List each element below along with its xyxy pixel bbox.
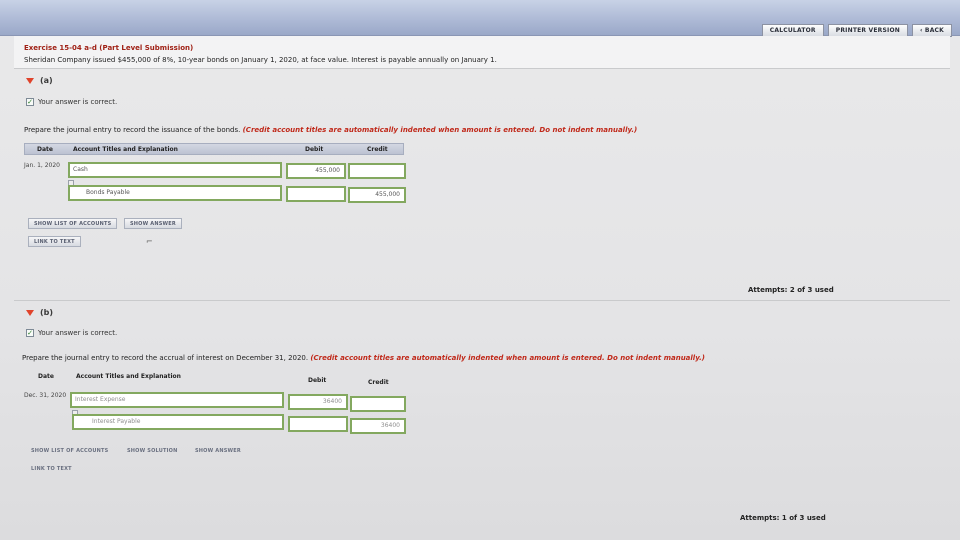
part-a-link-to-text-button[interactable]: LINK TO TEXT [28, 236, 81, 247]
part-a-row1-account[interactable]: Cash [68, 162, 282, 178]
part-a-table-header: Date Account Titles and Explanation Debi… [24, 143, 404, 155]
exercise-header: Exercise 15-04 a-d (Part Level Submissio… [14, 36, 950, 68]
account-header: Account Titles and Explanation [73, 146, 178, 153]
expand-triangle-icon [26, 77, 34, 84]
expand-triangle-icon [26, 309, 34, 316]
part-b-show-answer-button[interactable]: SHOW ANSWER [190, 446, 246, 457]
part-b-row2-credit[interactable]: 36400 [350, 418, 406, 434]
part-b-attempts: Attempts: 1 of 3 used [740, 514, 826, 522]
debit-header: Debit [305, 146, 324, 153]
part-a-status: ✓ Your answer is correct. [26, 98, 117, 106]
part-a-attempts: Attempts: 2 of 3 used [748, 286, 834, 294]
part-a-status-text: Your answer is correct. [38, 98, 118, 106]
part-a-toggle[interactable]: (a) [26, 76, 53, 85]
part-b-note: (Credit account titles are automatically… [310, 354, 705, 362]
part-a-row1-debit[interactable]: 455,000 [286, 163, 346, 179]
part-b-link-to-text-button[interactable]: LINK TO TEXT [26, 464, 77, 475]
part-b-row1-credit[interactable] [350, 396, 406, 412]
part-b-row1-account[interactable]: Interest Expense [70, 392, 284, 408]
part-b-row1-date: Dec. 31, 2020 [24, 392, 67, 399]
part-b-label: (b) [40, 308, 54, 317]
part-b-status-text: Your answer is correct. [38, 329, 118, 337]
date-header: Date [38, 373, 54, 380]
part-a-label: (a) [40, 76, 53, 85]
part-a-note: (Credit account titles are automatically… [242, 126, 638, 134]
debit-header: Debit [308, 377, 327, 384]
part-b-row2-account[interactable]: Interest Payable [72, 414, 284, 430]
checkmark-icon: ✓ [26, 97, 34, 106]
part-a-row1-date: Jan. 1, 2020 [24, 162, 60, 169]
top-toolbar: CALCULATOR PRINTER VERSION ‹ BACK [0, 0, 960, 37]
part-a-row1-credit[interactable] [348, 163, 406, 179]
credit-header: Credit [368, 379, 389, 386]
part-a-prompt-text: Prepare the journal entry to record the … [24, 126, 241, 134]
part-a-prompt: Prepare the journal entry to record the … [24, 126, 637, 134]
part-b-status: ✓ Your answer is correct. [26, 329, 117, 337]
part-a-show-list-button[interactable]: SHOW LIST OF ACCOUNTS [28, 218, 118, 229]
part-b-row2-debit[interactable] [288, 416, 348, 432]
part-b-show-solution-button[interactable]: SHOW SOLUTION [122, 446, 183, 457]
part-b-row1-debit[interactable]: 36400 [288, 394, 348, 410]
credit-header: Credit [367, 146, 388, 153]
section-divider [14, 300, 950, 301]
checkmark-icon: ✓ [26, 328, 34, 337]
part-a-show-answer-button[interactable]: SHOW ANSWER [124, 218, 182, 229]
part-a-row2-account[interactable]: Bonds Payable [68, 185, 282, 201]
account-header: Account Titles and Explanation [76, 373, 181, 380]
exercise-description: Sheridan Company issued $455,000 of 8%, … [24, 56, 497, 64]
part-b-show-list-button[interactable]: SHOW LIST OF ACCOUNTS [26, 446, 113, 457]
part-b-toggle[interactable]: (b) [26, 308, 53, 317]
part-a-row2-debit[interactable] [286, 186, 346, 202]
header-divider [14, 68, 950, 69]
date-header: Date [37, 146, 53, 153]
part-a-row2-credit[interactable]: 455,000 [348, 187, 406, 203]
exercise-title: Exercise 15-04 a-d (Part Level Submissio… [24, 44, 194, 52]
part-b-prompt: Prepare the journal entry to record the … [22, 354, 705, 362]
part-b-table-header: Date Account Titles and Explanation Debi… [26, 371, 406, 386]
mouse-cursor-icon: ⌐ [146, 237, 153, 246]
part-b-prompt-text: Prepare the journal entry to record the … [22, 354, 309, 362]
